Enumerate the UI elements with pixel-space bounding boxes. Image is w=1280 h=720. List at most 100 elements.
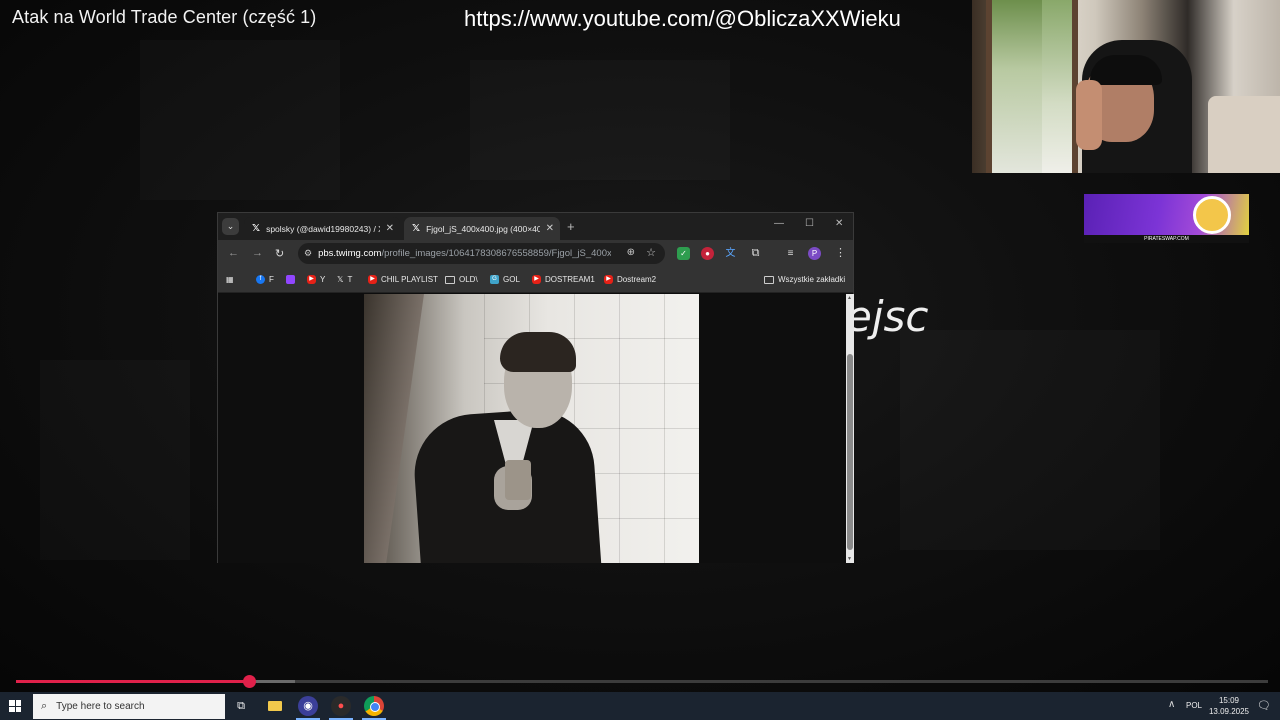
sponsor-text: PIRATESWAP.COM	[1144, 236, 1189, 242]
url-path: /profile_images/1064178308676558859/Fjgo…	[381, 248, 612, 259]
browser-window: ⌄ 𝕏 spolsky (@dawid19980243) / X ✕ 𝕏 Fjg…	[217, 212, 854, 563]
close-window-icon[interactable]: ✕	[835, 218, 843, 229]
webcam-sofa	[1208, 96, 1280, 173]
gol-icon: G	[490, 275, 499, 284]
x-logo-icon: 𝕏	[337, 275, 344, 284]
chevron-down-icon: ⌄	[226, 221, 235, 231]
pinned-app-icon[interactable]: ◉	[298, 696, 318, 716]
webcam-cap	[1090, 55, 1162, 85]
windows-taskbar: ⌕ Type here to search ⧉ ◉ ● ∧ POL 15:09 …	[0, 692, 1280, 720]
profile-image[interactable]	[364, 294, 699, 563]
vertical-scrollbar[interactable]: ▲ ▼	[846, 294, 854, 563]
page-viewport	[218, 294, 846, 563]
youtube-icon: ▶	[368, 275, 377, 284]
progress-scrubber-handle[interactable]	[242, 675, 256, 688]
address-bar[interactable]: ⚙ pbs.twimg.com /profile_images/10641783…	[298, 243, 665, 264]
bookmark-label: Y	[320, 275, 326, 284]
x-logo-icon: 𝕏	[252, 223, 261, 234]
all-bookmarks-label: Wszystkie zakładki	[778, 275, 846, 284]
sponsor-banner: PIRATESWAP.COM	[1084, 194, 1249, 243]
progress-played	[16, 680, 249, 683]
bookmark-item[interactable]: OLD\	[445, 275, 478, 284]
profile-avatar[interactable]: P	[808, 247, 821, 260]
bookmark-item[interactable]: ▶ Y	[307, 275, 325, 284]
clock-time: 15:09	[1218, 696, 1240, 705]
browser-tab-profile[interactable]: 𝕏 spolsky (@dawid19980243) / X ✕	[244, 217, 400, 240]
reload-icon[interactable]: ↻	[275, 247, 284, 260]
video-player[interactable]: Atak na World Trade Center (część 1) htt…	[0, 0, 1280, 692]
photo-mirror-frame	[364, 294, 424, 563]
new-tab-button[interactable]: +	[567, 219, 575, 234]
bookmark-star-icon[interactable]: ☆	[646, 246, 656, 259]
tab-search-button[interactable]: ⌄	[222, 218, 239, 235]
folder-icon	[445, 275, 455, 284]
facebook-icon: f	[256, 275, 265, 284]
scrollbar-thumb[interactable]	[847, 354, 853, 550]
clock[interactable]: 15:09 13.09.2025	[1208, 695, 1250, 717]
language-indicator[interactable]: POL	[1186, 701, 1202, 710]
scroll-up-icon[interactable]: ▲	[847, 295, 852, 301]
bookmark-label: Dostream2	[617, 275, 657, 284]
background-shape	[900, 330, 1160, 550]
webcam-hand	[1076, 80, 1102, 150]
back-arrow-icon[interactable]: ←	[228, 247, 239, 259]
taskbar-search-input[interactable]: ⌕ Type here to search	[33, 694, 225, 719]
zoom-icon[interactable]: ⊕	[627, 247, 635, 258]
bookmark-item[interactable]	[286, 275, 299, 284]
bookmark-item[interactable]: ▶ DOSTREAM1	[532, 275, 595, 284]
notification-icon[interactable]: 🗨	[1257, 699, 1271, 712]
chevron-up-icon[interactable]: ∧	[1168, 699, 1175, 710]
video-caption-text: ejsc	[846, 292, 929, 341]
extensions-puzzle-icon[interactable]: ⧉	[749, 247, 762, 260]
bookmark-item[interactable]: 𝕏 T	[337, 275, 352, 284]
background-shape	[140, 40, 340, 200]
youtube-icon: ▶	[307, 275, 316, 284]
tab-label: spolsky (@dawid19980243) / X	[266, 223, 380, 234]
apps-grid-icon[interactable]: ▦	[226, 275, 234, 284]
red-extension-icon[interactable]: ●	[701, 247, 714, 260]
video-title[interactable]: Atak na World Trade Center (część 1)	[12, 7, 316, 28]
site-info-icon[interactable]: ⚙	[304, 248, 312, 259]
close-icon[interactable]: ✕	[546, 223, 554, 234]
bookmarks-bar: ▦ f F ▶ Y 𝕏 T ▶ CHIL PLAYLIST OLD\ G GOL…	[218, 268, 853, 293]
tab-strip: ⌄ 𝕏 spolsky (@dawid19980243) / X ✕ 𝕏 Fjg…	[218, 213, 853, 240]
x-logo-icon: 𝕏	[412, 223, 421, 234]
search-icon: ⌕	[41, 700, 48, 712]
translate-extension-icon[interactable]: 文	[724, 247, 737, 260]
bookmark-item[interactable]: ▶ CHIL PLAYLIST	[368, 275, 438, 284]
shield-extension-icon[interactable]: ✓	[677, 247, 690, 260]
obs-icon[interactable]: ●	[331, 696, 351, 716]
webcam-window	[1042, 0, 1078, 173]
bookmark-item[interactable]: f F	[256, 275, 274, 284]
scroll-down-icon[interactable]: ▼	[847, 556, 852, 562]
photo-person-hair	[500, 332, 576, 372]
browser-tab-image[interactable]: 𝕏 Fjgol_jS_400x400.jpg (400×400) ✕	[404, 217, 560, 240]
bookmark-item[interactable]: G GOL	[490, 275, 520, 284]
background-shape	[40, 360, 190, 560]
bookmark-label: F	[269, 275, 274, 284]
windows-start-icon[interactable]	[9, 700, 21, 712]
close-icon[interactable]: ✕	[386, 223, 394, 234]
bookmark-label: CHIL PLAYLIST	[381, 275, 438, 284]
maximize-icon[interactable]: ☐	[805, 218, 814, 229]
youtube-icon: ▶	[604, 275, 613, 284]
background-shape	[470, 60, 730, 180]
clock-date: 13.09.2025	[1208, 707, 1250, 716]
youtube-icon: ▶	[532, 275, 541, 284]
more-options-icon[interactable]: ⋮	[834, 247, 847, 260]
video-progress-bar[interactable]	[16, 680, 1268, 683]
mascot-icon	[1193, 196, 1231, 234]
search-placeholder: Type here to search	[56, 701, 145, 712]
bookmark-item[interactable]: ▶ Dostream2	[604, 275, 656, 284]
chrome-icon[interactable]	[364, 696, 384, 716]
all-bookmarks-button[interactable]: Wszystkie zakładki	[764, 275, 845, 284]
bookmark-label: DOSTREAM1	[545, 275, 595, 284]
task-view-icon[interactable]: ⧉	[231, 696, 251, 716]
forward-arrow-icon[interactable]: →	[252, 247, 263, 259]
channel-url-overlay: https://www.youtube.com/@ObliczaXXWieku	[464, 6, 901, 31]
file-explorer-icon[interactable]	[265, 696, 285, 716]
minimize-icon[interactable]: —	[774, 218, 784, 229]
tab-label: Fjgol_jS_400x400.jpg (400×400)	[426, 223, 540, 234]
browser-toolbar: ← → ↻ ⚙ pbs.twimg.com /profile_images/10…	[218, 240, 853, 268]
media-control-icon[interactable]: ≡	[784, 247, 797, 260]
